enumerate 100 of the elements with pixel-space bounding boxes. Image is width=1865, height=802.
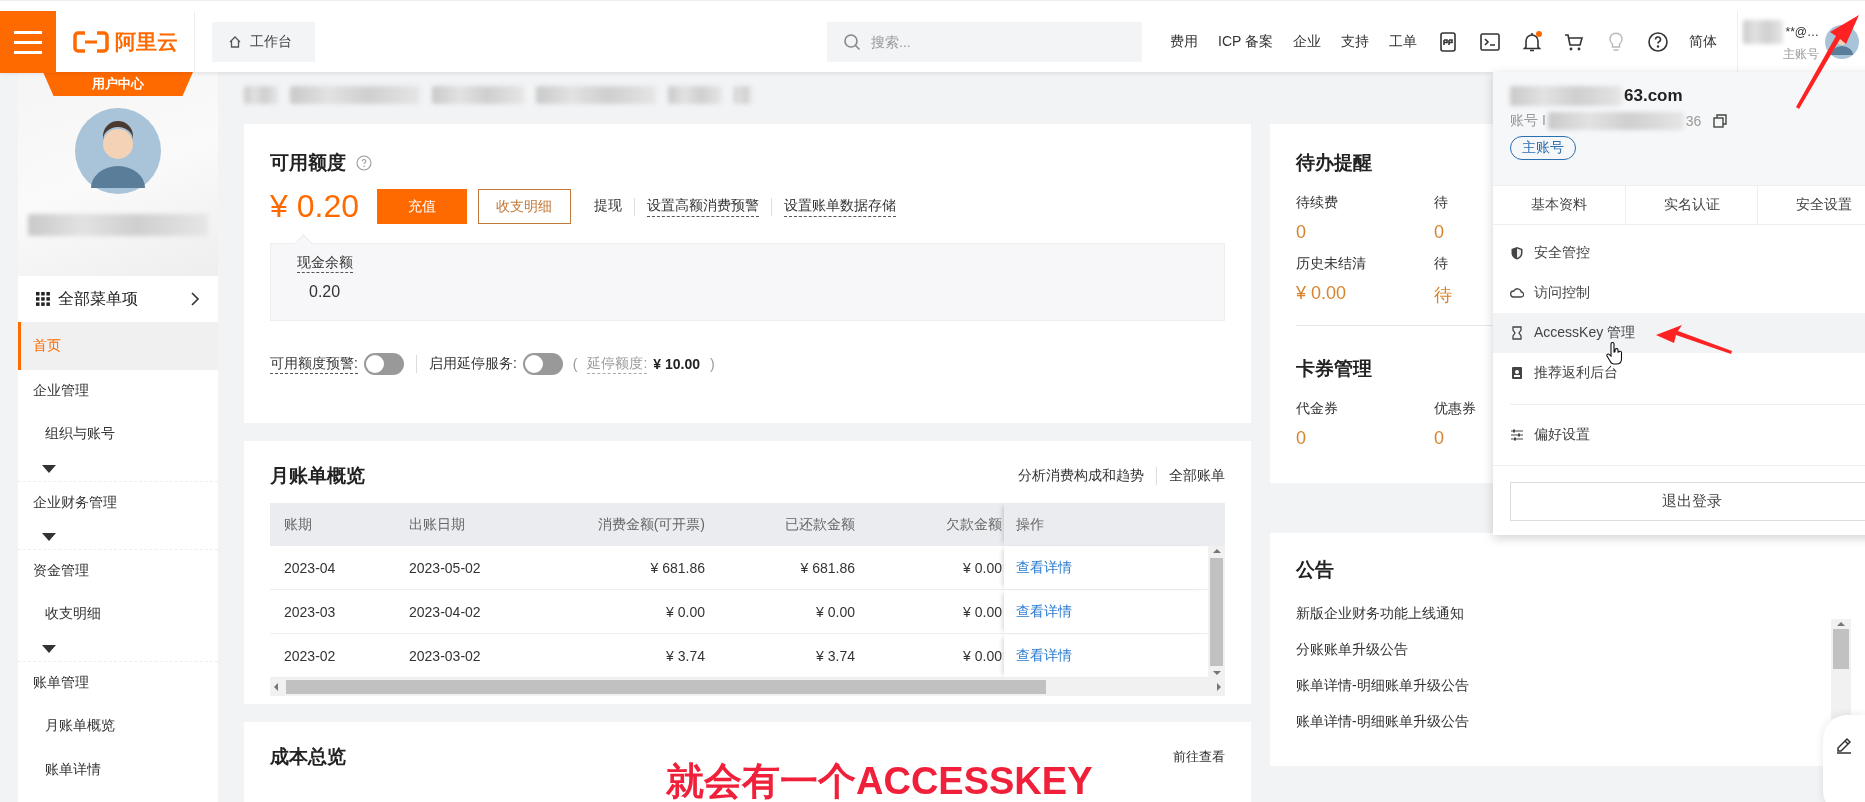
parenthesis: ) bbox=[710, 356, 715, 372]
stat-label: 优惠券 bbox=[1434, 400, 1476, 418]
view-details-link[interactable]: 查看详情 bbox=[1016, 558, 1072, 577]
copy-icon[interactable] bbox=[1713, 114, 1728, 128]
search-icon bbox=[843, 32, 861, 51]
account-email: 63.com bbox=[1624, 86, 1683, 106]
vertical-scrollbar[interactable] bbox=[1208, 546, 1225, 678]
column-header: 欠款金额 bbox=[865, 503, 1004, 546]
stat-label: 待续费 bbox=[1296, 194, 1338, 212]
card-title: 待办提醒 bbox=[1296, 151, 1372, 175]
stat-value: 0 bbox=[1434, 222, 1444, 243]
logo-icon bbox=[73, 30, 109, 53]
horizontal-scrollbar[interactable] bbox=[270, 678, 1225, 696]
workbench-button[interactable]: 工作台 bbox=[212, 21, 315, 62]
view-details-link[interactable]: 查看详情 bbox=[1016, 646, 1072, 665]
menu-item[interactable]: 推荐返利后台 bbox=[1493, 353, 1865, 393]
stat-value: ¥ 0.00 bbox=[1296, 283, 1347, 304]
stat-label: 待 bbox=[1434, 255, 1448, 273]
text-link[interactable]: 设置高额消费预警 bbox=[646, 196, 759, 217]
search-field[interactable]: 搜索... bbox=[827, 21, 1142, 62]
table-cell: ¥ 0.00 bbox=[865, 546, 1004, 590]
user-name: **@… bbox=[1785, 25, 1819, 39]
text-link[interactable]: 前往查看 bbox=[1173, 748, 1225, 766]
blurred-text bbox=[1743, 20, 1784, 44]
table-cell: 2023-03 bbox=[270, 590, 395, 634]
blurred-text bbox=[734, 86, 752, 104]
cash-label: 现金余额 bbox=[297, 254, 353, 273]
column-header: 账期 bbox=[270, 503, 395, 546]
parenthesis: ( bbox=[572, 356, 578, 372]
terminal-icon[interactable] bbox=[1479, 30, 1501, 53]
account-tab[interactable]: 实名认证 bbox=[1625, 186, 1759, 224]
menu-group[interactable]: 企业财务管理 bbox=[18, 482, 218, 524]
view-details-link[interactable]: 查看详情 bbox=[1016, 602, 1072, 621]
logout-button[interactable]: 退出登录 bbox=[1510, 482, 1865, 521]
text-link[interactable]: 设置账单数据存储 bbox=[783, 196, 896, 217]
menu-item[interactable]: 安全管控 bbox=[1493, 233, 1865, 273]
user-center-ribbon: 用户中心 bbox=[43, 72, 193, 96]
account-id-end: 36 bbox=[1685, 113, 1702, 129]
stat-label: 历史未结清 bbox=[1296, 255, 1366, 273]
account-id-label: 账号 I bbox=[1510, 112, 1546, 130]
card-title: 公告 bbox=[1296, 558, 1334, 582]
card-title: 可用额度 bbox=[270, 151, 346, 175]
menu-item[interactable]: 组织与账号 bbox=[18, 412, 218, 456]
text-link[interactable]: 全部账单 bbox=[1169, 467, 1225, 485]
vertical-scrollbar[interactable] bbox=[1831, 619, 1851, 719]
cash-value: 0.20 bbox=[308, 283, 341, 301]
menu-group[interactable]: 企业管理 bbox=[18, 370, 218, 412]
quota-value: ¥ 10.00 bbox=[653, 356, 701, 372]
details-button[interactable]: 收支明细 bbox=[477, 189, 571, 224]
badge-icon bbox=[1510, 366, 1524, 380]
help-icon[interactable] bbox=[1647, 30, 1669, 53]
nav-link[interactable]: ICP 备案 bbox=[1218, 32, 1273, 51]
toggle-switch[interactable] bbox=[363, 353, 404, 375]
menu-item[interactable]: 账单详情 bbox=[18, 748, 218, 792]
nav-link[interactable]: 简体 bbox=[1689, 32, 1717, 51]
nav-link[interactable]: 费用 bbox=[1170, 32, 1198, 51]
column-header: 操作 bbox=[1004, 503, 1225, 546]
annotation-text: 就会有一个ACCESSKEY bbox=[666, 762, 1093, 800]
text-link[interactable]: 分析消费构成和趋势 bbox=[1018, 467, 1144, 485]
chevron-right-icon bbox=[190, 291, 200, 307]
nav-link[interactable]: 支持 bbox=[1341, 32, 1369, 51]
column-header: 出账日期 bbox=[395, 503, 545, 546]
account-tab[interactable]: 安全设置 bbox=[1758, 186, 1865, 224]
app-icon[interactable] bbox=[1437, 30, 1459, 53]
table-cell: 2023-04-02 bbox=[395, 590, 545, 634]
user-role: 主账号 bbox=[1783, 46, 1819, 63]
table-cell: ¥ 0.00 bbox=[865, 590, 1004, 634]
stat-value: 0 bbox=[1296, 428, 1306, 449]
caret-down-icon[interactable] bbox=[42, 464, 56, 473]
menu-button[interactable] bbox=[0, 10, 56, 73]
menu-item[interactable]: 月账单概览 bbox=[18, 704, 218, 748]
cloud-icon bbox=[1510, 286, 1524, 300]
menu-item[interactable]: 访问控制 bbox=[1493, 273, 1865, 313]
menu-group[interactable]: 资金管理 bbox=[18, 550, 218, 592]
notice-link[interactable]: 账单详情-明细账单升级公告 bbox=[1296, 677, 1469, 695]
sliders-icon bbox=[1510, 428, 1524, 442]
notice-link[interactable]: 账单详情-明细账单升级公告 bbox=[1296, 713, 1469, 731]
caret-down-icon[interactable] bbox=[42, 532, 56, 541]
menu-item[interactable]: 收支明细 bbox=[18, 592, 218, 636]
quota-label: 延停额度: bbox=[587, 354, 648, 374]
toggle-label: 可用额度预警: bbox=[270, 354, 358, 374]
stat-label: 代金券 bbox=[1296, 400, 1338, 418]
column-header: 已还款金额 bbox=[715, 503, 865, 546]
bell-icon[interactable] bbox=[1521, 30, 1543, 53]
nav-link[interactable]: 工单 bbox=[1389, 32, 1417, 51]
nav-link[interactable]: 企业 bbox=[1293, 32, 1321, 51]
notice-link[interactable]: 分账账单升级公告 bbox=[1296, 641, 1408, 659]
notice-link[interactable]: 新版企业财务功能上线通知 bbox=[1296, 605, 1464, 623]
home-icon bbox=[228, 34, 242, 49]
menu-group[interactable]: 账单管理 bbox=[18, 662, 218, 704]
menu-item[interactable]: 偏好设置 bbox=[1493, 415, 1865, 455]
caret-down-icon[interactable] bbox=[42, 644, 56, 653]
column-header: 消费金额(可开票) bbox=[545, 503, 715, 546]
table-cell: ¥ 681.86 bbox=[715, 546, 865, 590]
account-tab[interactable]: 基本资料 bbox=[1493, 186, 1626, 224]
toggle-label: 启用延停服务: bbox=[428, 355, 517, 373]
hourglass-icon bbox=[1510, 326, 1524, 340]
toggle-switch[interactable] bbox=[522, 353, 563, 375]
table-cell: ¥ 0.00 bbox=[715, 590, 865, 634]
text-link[interactable]: 提现 bbox=[593, 196, 622, 217]
